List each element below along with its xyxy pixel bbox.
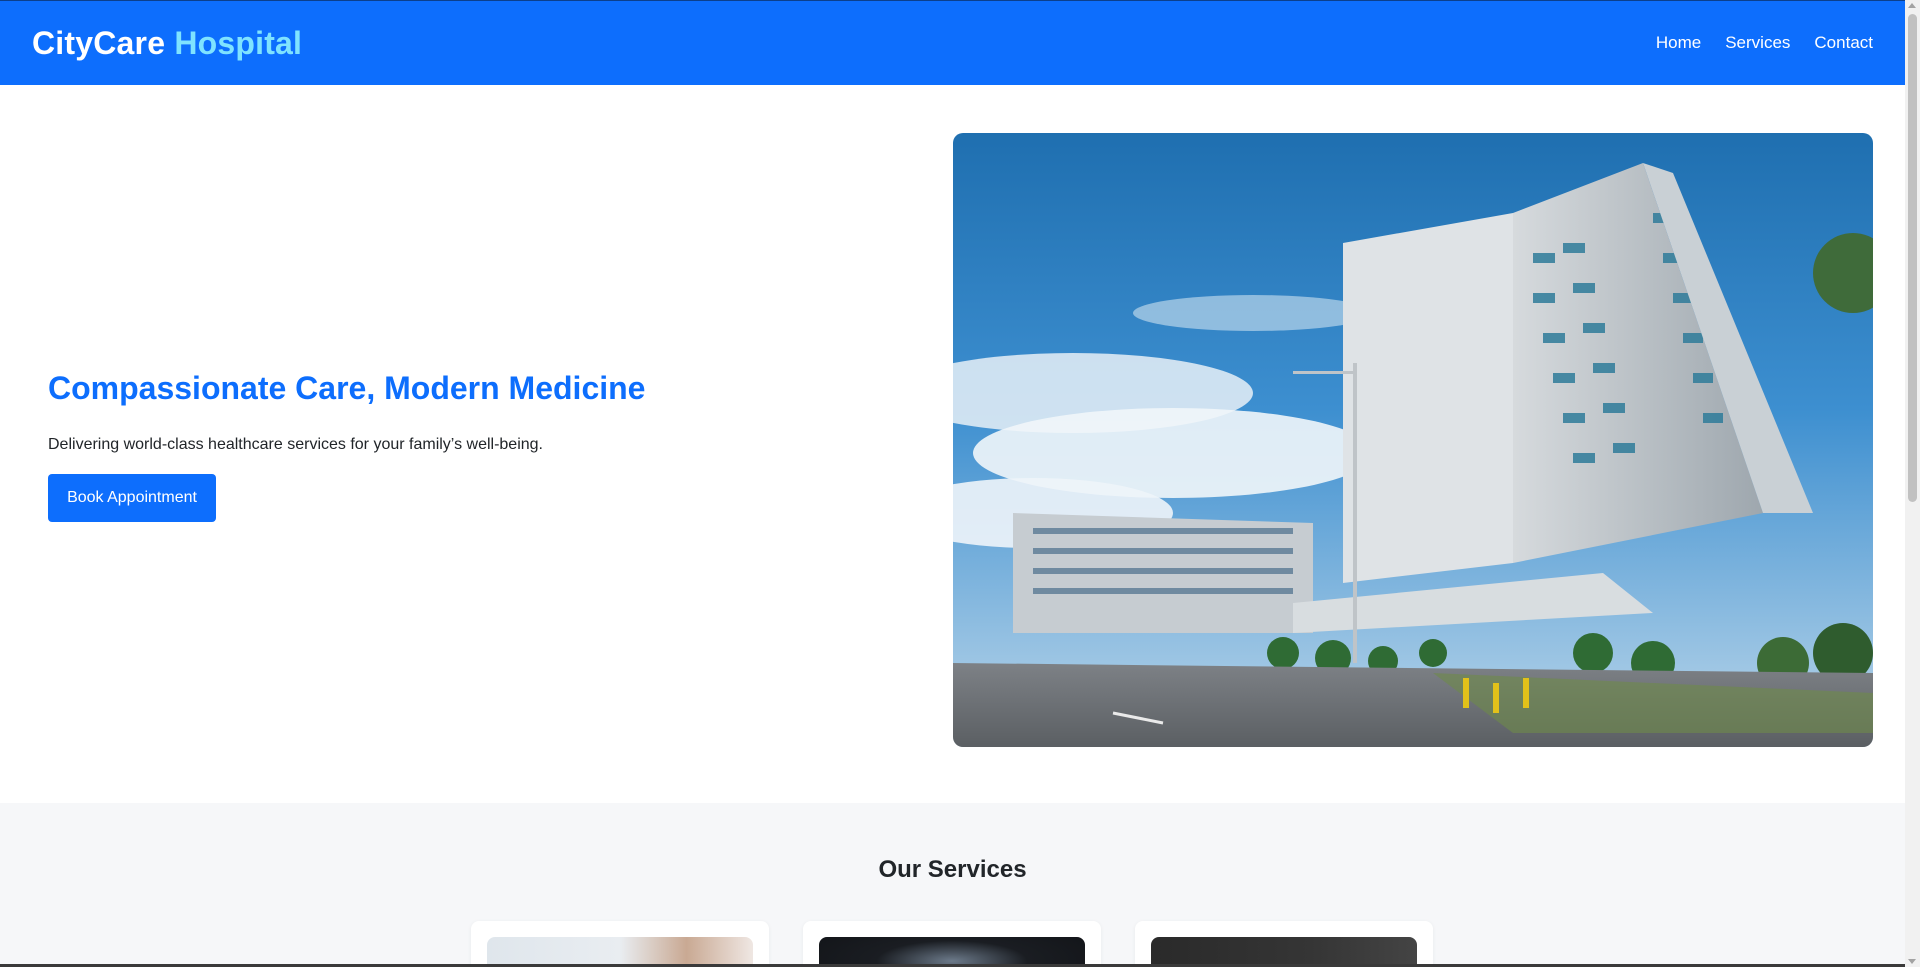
main-nav: Home Services Contact (1656, 33, 1873, 53)
service-card-image (487, 937, 753, 967)
services-title: Our Services (878, 856, 1027, 883)
service-card[interactable] (803, 921, 1101, 967)
hospital-building-image (953, 133, 1873, 747)
brand-accent-text: Hospital (174, 25, 303, 61)
book-appointment-button[interactable]: Book Appointment (48, 474, 216, 522)
service-card-image (1151, 937, 1417, 967)
nav-contact-link[interactable]: Contact (1814, 33, 1873, 53)
hero-subtitle: Delivering world-class healthcare servic… (48, 436, 543, 453)
nav-services-link[interactable]: Services (1725, 33, 1790, 53)
services-section: Our Services (0, 803, 1905, 967)
service-card[interactable] (471, 921, 769, 967)
nav-home-link[interactable]: Home (1656, 33, 1701, 53)
service-card[interactable] (1135, 921, 1433, 967)
site-header: CityCare Hospital Home Services Contact (0, 0, 1905, 85)
scroll-down-icon[interactable] (1908, 959, 1916, 964)
hero-title: Compassionate Care, Modern Medicine (48, 370, 646, 406)
brand-primary-text: CityCare (32, 25, 166, 61)
vertical-scrollbar[interactable] (1905, 0, 1920, 967)
scroll-up-icon[interactable] (1908, 3, 1916, 8)
brand-logo[interactable]: CityCare Hospital (32, 25, 302, 62)
page: CityCare Hospital Home Services Contact … (0, 0, 1905, 967)
service-card-image (819, 937, 1085, 967)
scrollbar-thumb[interactable] (1908, 14, 1917, 502)
